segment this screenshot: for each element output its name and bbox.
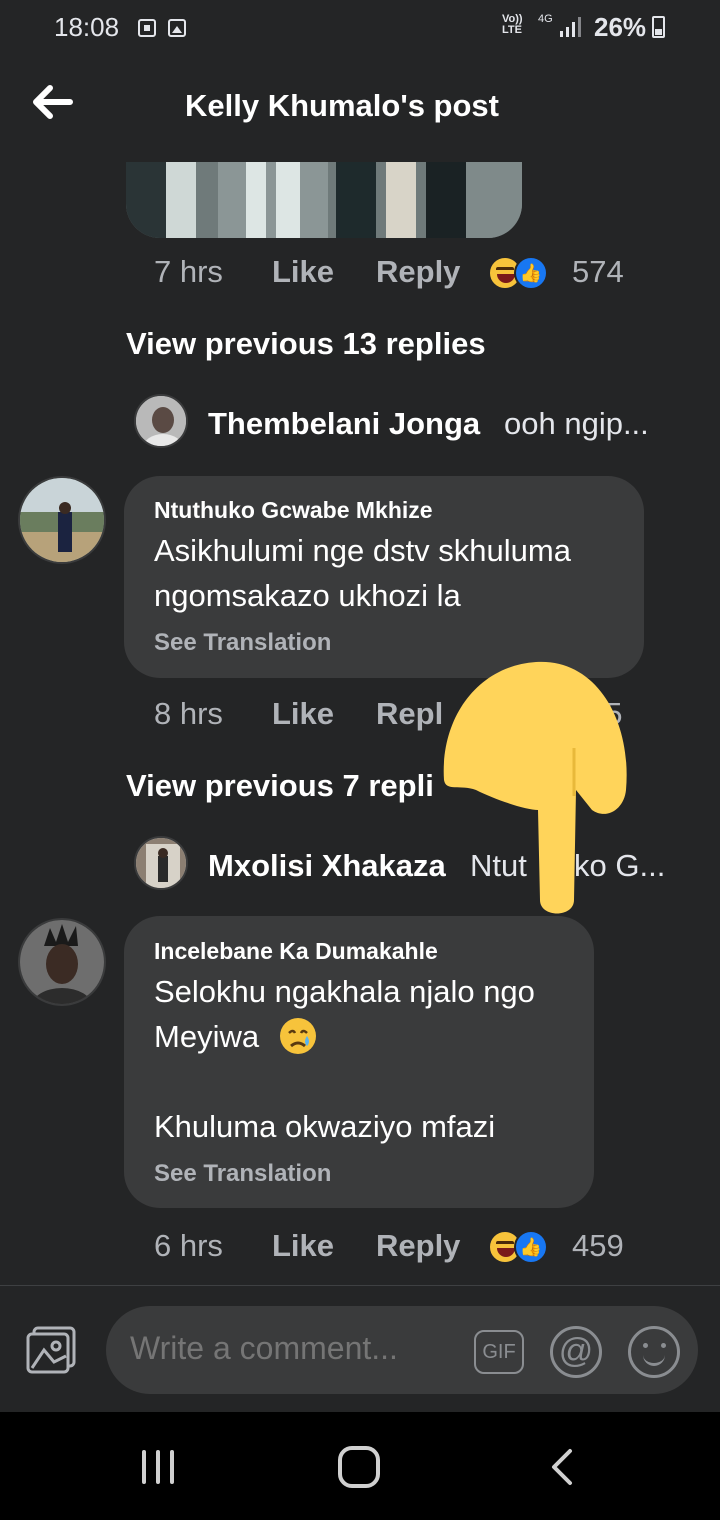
like-button[interactable]: Like [272, 1228, 334, 1264]
comment-text-line: Asikhulumi nge dstv skhuluma [154, 533, 571, 568]
comment-author[interactable]: Ntuthuko Gcwabe Mkhize [154, 497, 433, 524]
view-previous-replies-link[interactable]: View previous 7 repli [126, 768, 434, 804]
comment-input[interactable] [130, 1330, 440, 1367]
see-translation-link[interactable]: See Translation [154, 1160, 331, 1188]
user-photo-icon [20, 478, 104, 562]
user-photo-icon [20, 920, 104, 1004]
comment-timestamp: 8 hrs [154, 696, 223, 731]
status-bar: 18:08 Vo)) LTE 4G 26% [0, 0, 720, 56]
reaction-count: 459 [572, 1228, 624, 1263]
volte-indicator: Vo)) LTE [502, 13, 523, 36]
like-button[interactable]: Like [272, 696, 334, 732]
comment-text-line: Selokhu ngakhala njalo ngo [154, 974, 535, 1009]
reply-button[interactable]: Repl [376, 696, 443, 732]
like-button[interactable]: Like [272, 254, 334, 290]
avatar[interactable] [134, 836, 188, 890]
avatar[interactable] [18, 918, 106, 1006]
comment-text-line: Khuluma okwaziyo mfazi [154, 1109, 496, 1144]
reaction-summary[interactable]: 👍 [488, 1230, 552, 1266]
comment-text-line: Meyiwa [154, 1019, 260, 1054]
comment-composer[interactable]: GIF @ [106, 1306, 698, 1394]
user-photo-icon [136, 396, 186, 446]
pointing-hand-overlay-icon [436, 660, 636, 920]
see-translation-link[interactable]: See Translation [154, 629, 331, 657]
comment-timestamp: 6 hrs [154, 1228, 223, 1263]
gif-button[interactable]: GIF [474, 1330, 524, 1374]
avatar[interactable] [18, 476, 106, 564]
battery-icon [652, 16, 665, 38]
reply-preview-text: ooh ngip... [504, 406, 649, 441]
comment-author[interactable]: Incelebane Ka Dumakahle [154, 938, 438, 965]
screenshot-notification-icon [138, 19, 156, 37]
reply-button[interactable]: Reply [376, 1228, 460, 1264]
comment-text-line: ngomsakazo ukhozi la [154, 578, 461, 613]
reply-preview-author[interactable]: Mxolisi Xhakaza [208, 848, 446, 884]
signal-icon [560, 17, 582, 37]
view-previous-replies-link[interactable]: View previous 13 replies [126, 326, 486, 362]
battery-level: 26% [594, 12, 647, 42]
photo-gallery-icon[interactable] [26, 1326, 78, 1374]
mention-button[interactable]: @ [550, 1326, 602, 1378]
recent-apps-icon[interactable] [140, 1450, 176, 1484]
emoji-picker-icon[interactable] [628, 1326, 680, 1378]
user-photo-icon [136, 838, 186, 888]
like-reaction-icon: 👍 [514, 1230, 548, 1264]
comment-timestamp: 7 hrs [154, 254, 223, 289]
home-icon[interactable] [338, 1446, 380, 1488]
gallery-notification-icon [168, 19, 186, 37]
comment-media-thumbnail[interactable] [126, 162, 522, 238]
network-type: 4G [538, 13, 553, 25]
reaction-count: 574 [572, 254, 624, 289]
crying-emoji-icon [278, 1016, 318, 1056]
reaction-summary[interactable]: 👍 [488, 256, 552, 292]
like-reaction-icon: 👍 [514, 256, 548, 290]
reply-preview-author[interactable]: Thembelani Jonga [208, 406, 480, 442]
status-time: 18:08 [54, 12, 120, 42]
reply-button[interactable]: Reply [376, 254, 460, 290]
page-title: Kelly Khumalo's post [185, 88, 499, 123]
composer-divider [0, 1285, 720, 1286]
system-back-icon[interactable] [548, 1448, 578, 1486]
avatar[interactable] [134, 394, 188, 448]
